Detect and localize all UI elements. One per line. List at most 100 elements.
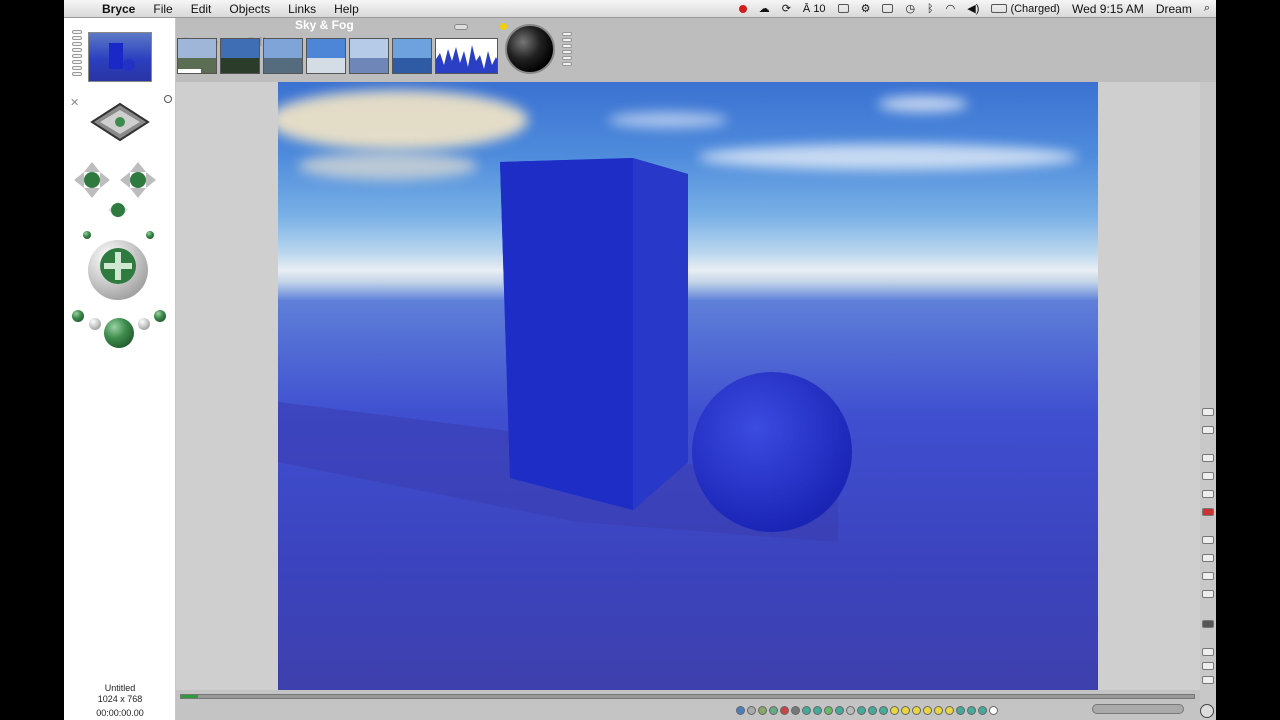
shortcut-icon-1[interactable] (736, 705, 745, 715)
sky-preset-3[interactable] (263, 38, 303, 74)
sun-control-icon[interactable] (505, 24, 555, 74)
cube-icon[interactable] (1202, 620, 1214, 628)
scene-preview-icon[interactable] (88, 32, 152, 82)
trackball-icon[interactable] (88, 240, 148, 300)
camera-sphere-small-left[interactable] (83, 231, 91, 239)
document-resolution: 1024 x 768 (97, 694, 143, 704)
shortcut-icon-14[interactable] (879, 705, 888, 715)
shortcut-icon-21[interactable] (956, 705, 965, 715)
pencil-icon[interactable] (1202, 408, 1214, 416)
histogram-preview[interactable] (435, 38, 498, 74)
clock[interactable]: Wed 9:15 AM (1066, 2, 1150, 16)
recording-icon[interactable] (733, 4, 753, 13)
display-mode-icon[interactable] (1202, 454, 1214, 462)
control-panel: ✕ Untitled 1024 x 768 00:00:00.00 (64, 18, 176, 720)
status-area: ☁ ⟳ Ā 10 ⚙ ◷ ᛒ ◠ ◀) (Charged) Wed 9:15 A… (733, 0, 1216, 18)
shortcut-icon-4[interactable] (769, 705, 778, 715)
volume-icon[interactable]: ◀) (961, 2, 985, 15)
font-icon[interactable]: Ā 10 (797, 3, 832, 15)
scene-render[interactable] (278, 82, 1098, 690)
render-mode-icon[interactable] (1202, 472, 1214, 480)
shortcut-icon-19[interactable] (934, 705, 943, 715)
layers-icon[interactable] (1202, 572, 1214, 580)
pan-sphere-left[interactable] (89, 318, 101, 330)
view-memory-dots[interactable] (72, 30, 82, 78)
windows-icon[interactable] (832, 4, 855, 13)
zoom-in-icon[interactable] (1202, 648, 1214, 656)
shortcut-icon-13[interactable] (868, 705, 877, 715)
shortcut-icon-10[interactable] (835, 705, 844, 715)
shortcut-icon-3[interactable] (758, 705, 767, 715)
sky-preset-2[interactable] (220, 38, 260, 74)
timeline-track[interactable] (180, 694, 1195, 699)
shortcut-icon-8[interactable] (813, 705, 822, 715)
sync-icon[interactable]: ⟳ (776, 2, 797, 15)
sun-indicator-icon (500, 23, 507, 30)
playback-controls[interactable] (1092, 704, 1184, 714)
shortcut-icon-22[interactable] (967, 705, 976, 715)
shortcut-icon-23[interactable] (978, 705, 987, 715)
camera-cross-icon[interactable] (72, 158, 168, 228)
shortcut-icon-5[interactable] (780, 705, 789, 715)
menu-edit[interactable]: Edit (182, 2, 221, 16)
list-icon[interactable] (1202, 536, 1214, 544)
shortcut-icon-24[interactable] (989, 705, 998, 715)
palette-memory-dots-right[interactable] (562, 32, 572, 68)
shortcut-icon-16[interactable] (901, 705, 910, 715)
shortcut-icon-12[interactable] (857, 705, 866, 715)
zoom-sphere[interactable] (104, 318, 134, 348)
menu-file[interactable]: File (144, 2, 181, 16)
view-control-icon[interactable] (88, 100, 152, 144)
record-icon[interactable] (1202, 508, 1214, 516)
shortcut-icon-9[interactable] (824, 705, 833, 715)
dolly-sphere-right[interactable] (154, 310, 166, 322)
link-sun-icon[interactable] (454, 24, 468, 30)
shortcut-icon-15[interactable] (890, 705, 899, 715)
battery-status[interactable]: (Charged) (985, 3, 1066, 15)
zoom-out-icon[interactable] (1202, 662, 1214, 670)
object-shortcuts (736, 702, 998, 718)
shortcut-icon-18[interactable] (923, 705, 932, 715)
shortcut-icon-20[interactable] (945, 705, 954, 715)
timeline-bar (176, 690, 1200, 720)
wifi-icon[interactable]: ◠ (940, 2, 962, 15)
time-machine-icon[interactable]: ◷ (899, 2, 921, 15)
display-icon[interactable] (876, 4, 899, 13)
menu-objects[interactable]: Objects (220, 2, 279, 16)
pan-sphere-right[interactable] (138, 318, 150, 330)
tab-sky-fog[interactable]: Sky & Fog (295, 18, 354, 32)
globe-icon[interactable] (1200, 704, 1214, 718)
menu-links[interactable]: Links (279, 2, 325, 16)
shortcut-icon-11[interactable] (846, 705, 855, 715)
shortcut-icon-2[interactable] (747, 705, 756, 715)
dolly-sphere-left[interactable] (72, 310, 84, 322)
sky-preset-1[interactable] (177, 38, 217, 74)
menu-help[interactable]: Help (325, 2, 368, 16)
sky-preset-5[interactable] (349, 38, 389, 74)
menu-bar: Bryce File Edit Objects Links Help ☁ ⟳ Ā… (64, 0, 1216, 18)
right-toolbar (1200, 82, 1216, 720)
cloud-icon[interactable]: ☁ (753, 2, 776, 15)
left-letterbox (0, 0, 64, 720)
user-menu[interactable]: Dream (1150, 2, 1198, 16)
download-icon[interactable] (1202, 590, 1214, 598)
gear-icon[interactable]: ⚙ (855, 2, 877, 15)
app-menu[interactable]: Bryce (94, 2, 144, 16)
shortcut-icon-6[interactable] (791, 705, 800, 715)
grid-icon[interactable] (1202, 554, 1214, 562)
camera-sphere-small-right[interactable] (146, 231, 154, 239)
shortcut-icon-7[interactable] (802, 705, 811, 715)
histogram-icon (436, 45, 497, 73)
document-timecode: 00:00:00.00 (96, 708, 144, 718)
bluetooth-icon[interactable]: ᛒ (921, 3, 940, 15)
close-icon[interactable]: ✕ (70, 96, 79, 109)
hand-icon[interactable] (1202, 676, 1214, 684)
document-title: Untitled (104, 683, 136, 693)
sky-preset-4[interactable] (306, 38, 346, 74)
shortcut-icon-17[interactable] (912, 705, 921, 715)
option-dot-icon[interactable] (164, 95, 172, 103)
eraser-icon[interactable] (1202, 426, 1214, 434)
spotlight-icon[interactable]: ⌕ (1198, 2, 1216, 15)
sky-preset-6[interactable] (392, 38, 432, 74)
wireframe-icon[interactable] (1202, 490, 1214, 498)
